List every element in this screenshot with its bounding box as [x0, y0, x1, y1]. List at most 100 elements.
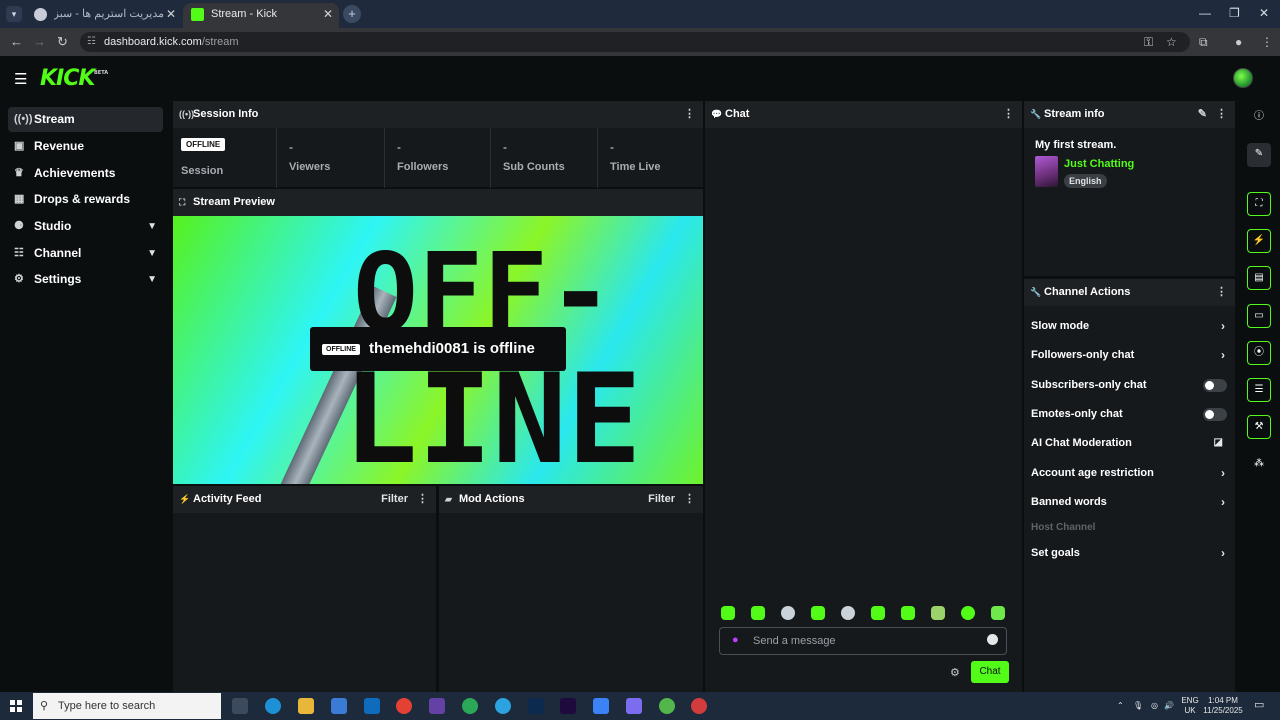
kebab-menu-icon[interactable]: ⋮: [684, 101, 695, 128]
tab-close-icon[interactable]: ✕: [323, 3, 333, 25]
sidebar-item-stream[interactable]: ((•)) Stream: [8, 107, 163, 132]
password-key-icon[interactable]: ⚿: [1144, 35, 1153, 50]
task-view-icon[interactable]: [232, 698, 248, 714]
action-followers-only-chat[interactable]: Followers-only chat ›: [1031, 345, 1227, 365]
maximize-icon[interactable]: ❐: [1229, 6, 1240, 20]
sidebar-item-drops[interactable]: ▦ Drops & rewards: [8, 187, 163, 212]
clock[interactable]: 1:04 PM 11/25/2025: [1202, 696, 1244, 716]
emote-icon[interactable]: [961, 606, 975, 620]
emote-icon[interactable]: [841, 606, 855, 620]
action-slow-mode[interactable]: Slow mode ›: [1031, 316, 1227, 336]
app-icon[interactable]: [659, 698, 675, 714]
kebab-menu-icon[interactable]: ⋮: [1216, 279, 1227, 306]
kebab-menu-icon[interactable]: ⋮: [417, 486, 428, 513]
store-icon[interactable]: [331, 698, 347, 714]
app-icon[interactable]: [593, 698, 609, 714]
microphone-icon[interactable]: ●: [732, 634, 739, 646]
filter-button[interactable]: Filter: [648, 486, 675, 513]
reload-icon[interactable]: ↻: [57, 34, 68, 50]
notifications-icon[interactable]: ▭: [1254, 700, 1264, 711]
chat-send-button[interactable]: Chat: [971, 661, 1009, 683]
channel-actions-toggle-icon[interactable]: ⚒: [1247, 415, 1271, 439]
url-field[interactable]: ☷ dashboard.kick.com/stream: [80, 32, 1190, 52]
tab-close-icon[interactable]: ✕: [166, 3, 176, 25]
stream-info-toggle-icon[interactable]: ▤: [1247, 266, 1271, 290]
browser-tab-inactive[interactable]: مدیریت استریم ها - سبز استریم ✕: [26, 3, 182, 28]
obs-icon[interactable]: [691, 698, 707, 714]
chat-panel: 💬 Chat ⋮: [705, 101, 1022, 692]
kebab-menu-icon[interactable]: ⋮: [1216, 101, 1227, 128]
sidebar-item-studio[interactable]: ⚈ Studio ▼: [8, 214, 163, 239]
emote-icon[interactable]: [811, 606, 825, 620]
mod-actions-toggle-icon[interactable]: ☰: [1247, 378, 1271, 402]
shield-icon: ▰: [445, 494, 452, 504]
tray-overflow-icon[interactable]: ⌃: [1117, 701, 1124, 711]
category-link[interactable]: Just Chatting: [1064, 158, 1134, 170]
windows-start-icon[interactable]: [10, 700, 22, 712]
subscribers-only-toggle[interactable]: [1203, 379, 1227, 392]
app-icon[interactable]: [462, 698, 478, 714]
emotes-only-toggle[interactable]: [1203, 408, 1227, 421]
action-ai-chat-moderation[interactable]: AI Chat Moderation ◪: [1031, 433, 1227, 453]
taskbar-search[interactable]: ⚲ Type here to search: [33, 693, 221, 719]
kebab-menu-icon[interactable]: ⋮: [684, 486, 695, 513]
action-set-goals[interactable]: Set goals ›: [1031, 543, 1227, 563]
chat-message-input[interactable]: ● Send a message: [719, 627, 1007, 655]
kick-logo[interactable]: KICK BETA: [40, 66, 108, 91]
chat-settings-gear-icon[interactable]: ⚙: [950, 666, 960, 679]
back-icon[interactable]: ←: [10, 34, 23, 49]
action-account-age-restriction[interactable]: Account age restriction ›: [1031, 463, 1227, 483]
edit-pencil-icon[interactable]: ✎: [1198, 101, 1207, 128]
channel-icon: ☷: [14, 247, 24, 259]
language-indicator[interactable]: ENG UK: [1180, 696, 1200, 716]
emote-icon[interactable]: [931, 606, 945, 620]
bookmark-star-icon[interactable]: ☆: [1166, 35, 1177, 49]
chat-header: 💬 Chat ⋮: [705, 101, 1022, 128]
telegram-icon[interactable]: [495, 698, 511, 714]
minimize-icon[interactable]: —: [1199, 6, 1211, 20]
chat-toggle-icon[interactable]: ▭: [1247, 304, 1271, 328]
user-avatar[interactable]: [1233, 68, 1253, 88]
network-icon[interactable]: ◎: [1151, 701, 1158, 711]
tab-search-button[interactable]: ▾: [6, 6, 22, 22]
filter-button[interactable]: Filter: [381, 486, 408, 513]
volume-icon[interactable]: 🔊: [1164, 701, 1174, 711]
file-explorer-icon[interactable]: [298, 698, 314, 714]
edge-icon[interactable]: [265, 698, 281, 714]
close-window-icon[interactable]: ✕: [1259, 6, 1269, 20]
browser-tab-active[interactable]: Stream - Kick Dashboard ✕: [183, 3, 339, 42]
action-banned-words[interactable]: Banned words ›: [1031, 492, 1227, 512]
emote-icon[interactable]: [871, 606, 885, 620]
premiere-icon[interactable]: [560, 698, 576, 714]
outlook-icon[interactable]: [364, 698, 380, 714]
session-info-toggle-icon[interactable]: ⦿: [1247, 341, 1271, 365]
sidebar-item-achievements[interactable]: ♛ Achievements: [8, 161, 163, 186]
game-controller-icon[interactable]: [626, 698, 642, 714]
edit-layout-icon[interactable]: ✎: [1247, 143, 1271, 167]
emote-icon[interactable]: [721, 606, 735, 620]
info-icon[interactable]: ⓘ: [1247, 106, 1271, 130]
stream-preview-toggle-icon[interactable]: ⛶: [1247, 192, 1271, 216]
emoji-picker-icon[interactable]: [987, 634, 998, 645]
new-tab-button[interactable]: +: [343, 5, 361, 23]
profile-icon[interactable]: ●: [1235, 35, 1242, 49]
hamburger-menu-icon[interactable]: ☰: [14, 70, 27, 88]
emote-icon[interactable]: [991, 606, 1005, 620]
site-info-icon[interactable]: ☷: [87, 32, 96, 52]
kebab-menu-icon[interactable]: ⋮: [1003, 101, 1014, 128]
browser-menu-icon[interactable]: ⋮: [1261, 35, 1273, 49]
forward-icon[interactable]: →: [33, 34, 46, 49]
more-widgets-icon[interactable]: ⁂: [1247, 453, 1271, 477]
emote-icon[interactable]: [751, 606, 765, 620]
chrome-icon[interactable]: [396, 698, 412, 714]
app-icon[interactable]: [429, 698, 445, 714]
sidebar-item-settings[interactable]: ⚙ Settings ▼: [8, 267, 163, 292]
photoshop-icon[interactable]: [528, 698, 544, 714]
sidebar-item-channel[interactable]: ☷ Channel ▼: [8, 241, 163, 266]
emote-icon[interactable]: [901, 606, 915, 620]
mic-tray-icon[interactable]: 🎙: [1133, 701, 1143, 711]
activity-feed-toggle-icon[interactable]: ⚡: [1247, 229, 1271, 253]
sidebar-item-revenue[interactable]: ▣ Revenue: [8, 134, 163, 159]
emote-icon[interactable]: [781, 606, 795, 620]
extensions-icon[interactable]: ⧉: [1199, 35, 1208, 50]
